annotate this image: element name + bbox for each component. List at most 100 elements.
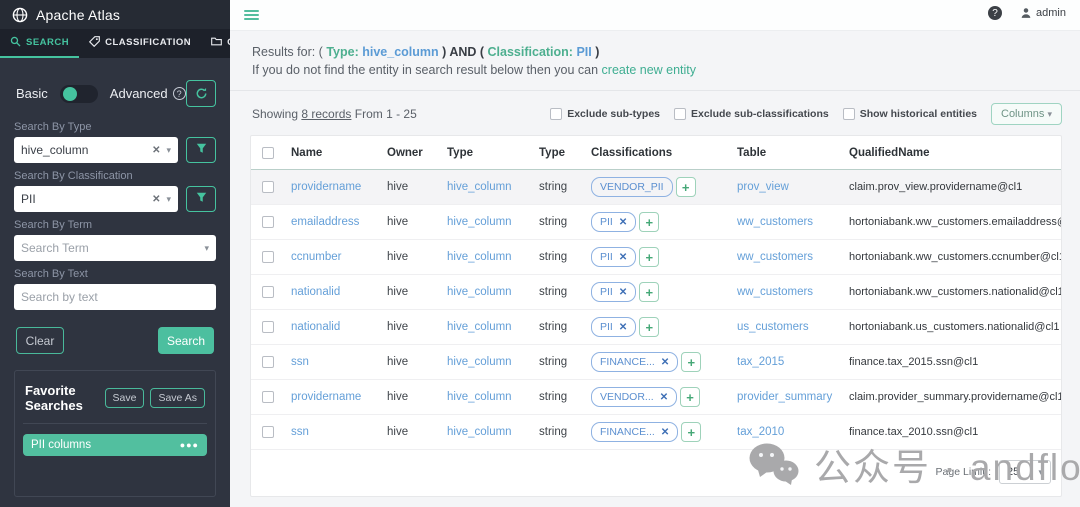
classification-tag[interactable]: PII✕	[591, 282, 636, 302]
sidebar-tab-classification[interactable]: CLASSIFICATION	[79, 29, 201, 58]
search-field-empty[interactable]: Search by text	[14, 284, 216, 310]
entity-type-link[interactable]: hive_column	[441, 216, 533, 228]
help-icon[interactable]: ?	[988, 6, 1002, 20]
add-classification-button[interactable]: +	[639, 317, 659, 337]
save-button[interactable]: Save	[105, 388, 145, 408]
chevron-down-icon[interactable]: ▾	[166, 145, 171, 156]
row-checkbox[interactable]	[262, 286, 274, 298]
row-checkbox[interactable]	[262, 181, 274, 193]
add-classification-button[interactable]: +	[676, 177, 696, 197]
entity-type-link[interactable]: hive_column	[441, 426, 533, 438]
entity-name-link[interactable]: ssn	[285, 426, 381, 438]
entity-name-link[interactable]: ssn	[285, 356, 381, 368]
refresh-button[interactable]	[186, 80, 216, 107]
table-link[interactable]: prov_view	[731, 181, 843, 193]
checkbox[interactable]	[674, 108, 686, 120]
clear-button[interactable]: Clear	[16, 327, 64, 354]
records-count-link[interactable]: 8 records	[301, 107, 351, 121]
row-checkbox[interactable]	[262, 356, 274, 368]
checkbox[interactable]	[843, 108, 855, 120]
column-header-qualifiedname[interactable]: QualifiedName	[843, 147, 1061, 159]
ellipsis-menu-icon[interactable]: ●●●	[180, 440, 199, 450]
remove-classification-icon[interactable]: ✕	[661, 427, 669, 438]
entity-type-link[interactable]: hive_column	[441, 321, 533, 333]
search-field-filled[interactable]: PII✕▾	[14, 186, 178, 212]
create-new-entity-link[interactable]: create new entity	[602, 63, 697, 77]
entity-name-link[interactable]: providername	[285, 391, 381, 403]
checkbox[interactable]	[550, 108, 562, 120]
clear-value-icon[interactable]: ✕	[152, 194, 160, 205]
classification-tag[interactable]: VENDOR...✕	[591, 387, 677, 407]
row-checkbox[interactable]	[262, 251, 274, 263]
remove-classification-icon[interactable]: ✕	[619, 322, 627, 333]
remove-classification-icon[interactable]: ✕	[619, 252, 627, 263]
page-limit-select[interactable]: 25 ▾	[999, 460, 1051, 484]
table-link[interactable]: tax_2010	[731, 426, 843, 438]
add-classification-button[interactable]: +	[639, 212, 659, 232]
add-classification-button[interactable]: +	[639, 247, 659, 267]
toolbar-filters: Exclude sub-types Exclude sub-classificat…	[550, 103, 1062, 125]
sidebar-tab-search[interactable]: SEARCH	[0, 29, 79, 58]
add-classification-button[interactable]: +	[639, 282, 659, 302]
column-header-name[interactable]: Name	[285, 147, 381, 159]
select-all-checkbox[interactable]	[262, 147, 274, 159]
add-classification-button[interactable]: +	[681, 422, 701, 442]
toolbar-checkbox-exclude-sub-types[interactable]: Exclude sub-types	[550, 108, 660, 120]
table-link[interactable]: ww_customers	[731, 251, 843, 263]
classification-tag[interactable]: PII✕	[591, 317, 636, 337]
entity-type-link[interactable]: hive_column	[441, 286, 533, 298]
columns-button[interactable]: Columns ▾	[991, 103, 1062, 125]
entity-name-link[interactable]: emailaddress	[285, 216, 381, 228]
search-field-filled[interactable]: hive_column✕▾	[14, 137, 178, 163]
classification-tag[interactable]: PII✕	[591, 247, 636, 267]
remove-classification-icon[interactable]: ✕	[660, 392, 668, 403]
basic-advanced-toggle[interactable]	[60, 85, 98, 103]
add-classification-button[interactable]: +	[680, 387, 700, 407]
remove-classification-icon[interactable]: ✕	[619, 217, 627, 228]
favorite-search-item[interactable]: PII columns●●●	[23, 434, 207, 456]
table-link[interactable]: tax_2015	[731, 356, 843, 368]
table-link[interactable]: ww_customers	[731, 216, 843, 228]
entity-type-link[interactable]: hive_column	[441, 181, 533, 193]
row-checkbox[interactable]	[262, 391, 274, 403]
menu-icon[interactable]	[244, 8, 259, 22]
entity-name-link[interactable]: nationalid	[285, 321, 381, 333]
column-header-type-2[interactable]: Type	[441, 147, 533, 159]
entity-name-link[interactable]: nationalid	[285, 286, 381, 298]
entity-name-link[interactable]: providername	[285, 181, 381, 193]
table-link[interactable]: us_customers	[731, 321, 843, 333]
classification-tag[interactable]: PII✕	[591, 212, 636, 232]
entity-type-link[interactable]: hive_column	[441, 251, 533, 263]
classification-tag[interactable]: VENDOR_PII	[591, 177, 673, 197]
remove-classification-icon[interactable]: ✕	[661, 357, 669, 368]
column-header-table[interactable]: Table	[731, 147, 843, 159]
column-header-type-3[interactable]: Type	[533, 147, 585, 159]
classification-tag[interactable]: FINANCE...✕	[591, 422, 678, 442]
toolbar-checkbox-exclude-sub-classifications[interactable]: Exclude sub-classifications	[674, 108, 829, 120]
chevron-down-icon[interactable]: ▾	[204, 243, 209, 254]
entity-type-link[interactable]: hive_column	[441, 391, 533, 403]
remove-classification-icon[interactable]: ✕	[619, 287, 627, 298]
attribute-filter-button[interactable]	[186, 186, 216, 212]
attribute-filter-button[interactable]	[186, 137, 216, 163]
row-checkbox[interactable]	[262, 321, 274, 333]
search-button[interactable]: Search	[158, 327, 214, 354]
column-header-classifications[interactable]: Classifications	[585, 147, 731, 159]
entity-name-link[interactable]: ccnumber	[285, 251, 381, 263]
clear-value-icon[interactable]: ✕	[152, 145, 160, 156]
table-link[interactable]: ww_customers	[731, 286, 843, 298]
advanced-help-icon[interactable]: ?	[173, 87, 186, 100]
column-header-owner[interactable]: Owner	[381, 147, 441, 159]
save-as-button[interactable]: Save As	[150, 388, 205, 408]
add-classification-button[interactable]: +	[681, 352, 701, 372]
entity-type-link[interactable]: hive_column	[441, 356, 533, 368]
table-link[interactable]: provider_summary	[731, 391, 843, 403]
classification-tag[interactable]: FINANCE...✕	[591, 352, 678, 372]
user-menu[interactable]: admin	[1020, 7, 1066, 19]
table-row: nationalidhivehive_columnstringPII✕+ww_c…	[251, 275, 1061, 310]
toolbar-checkbox-show-historical-entities[interactable]: Show historical entities	[843, 108, 977, 120]
row-checkbox[interactable]	[262, 216, 274, 228]
search-field-empty[interactable]: Search Term▾	[14, 235, 216, 261]
chevron-down-icon[interactable]: ▾	[166, 194, 171, 205]
row-checkbox[interactable]	[262, 426, 274, 438]
